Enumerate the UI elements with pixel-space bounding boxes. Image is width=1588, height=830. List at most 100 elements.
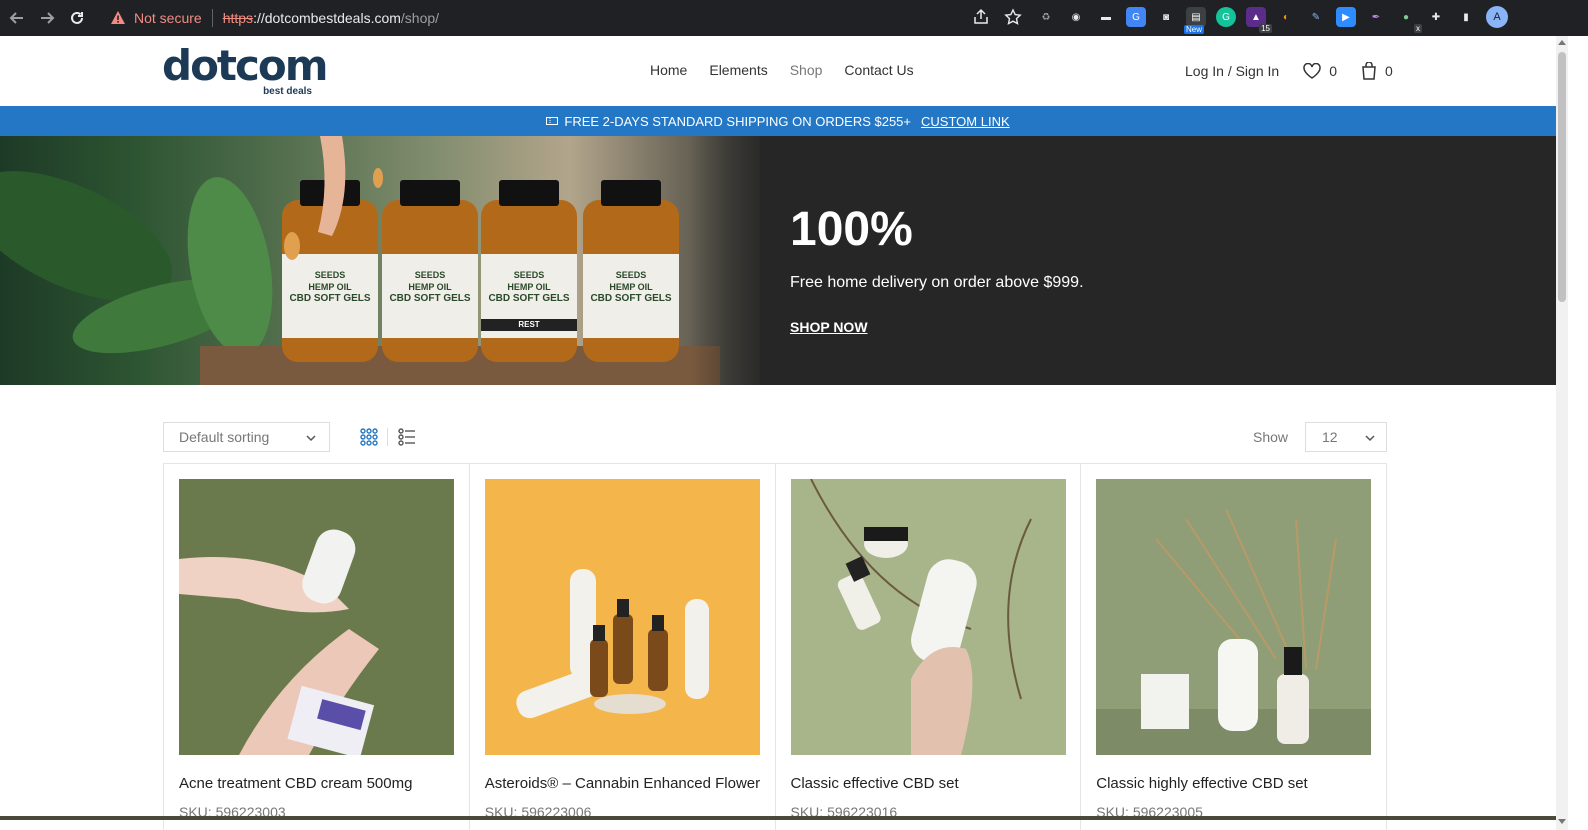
product-card[interactable]: Classic effective CBD set SKU: 596223016 [776,464,1082,830]
logo-tagline: best deals [263,86,312,97]
page-scrollbar[interactable] [1556,36,1568,830]
scroll-up-icon[interactable] [1558,40,1566,45]
back-icon[interactable] [4,5,30,31]
translate-extension-icon[interactable]: G [1126,7,1146,27]
bottle2-line2: CBD SOFT GELS [389,293,471,304]
hero-banner: SEEDS HEMP OIL CBD SOFT GELS SEEDS HEMP … [0,136,1556,385]
menu-item-elements[interactable]: Elements [709,62,767,78]
login-link[interactable]: Log In / Sign In [1185,63,1279,79]
hero-title: 100% [790,203,913,256]
promo-text: FREE 2-DAYS STANDARD SHIPPING ON ORDERS … [564,113,912,129]
bottle3-tag: REST [481,319,577,331]
bottom-edge [0,816,1556,820]
wishlist-button[interactable]: 0 [1303,63,1337,79]
menu-item-contact[interactable]: Contact Us [844,62,913,78]
security-warning[interactable]: Not secure [110,10,202,26]
chevron-down-icon [1365,435,1375,442]
bottle3-line1: HEMP OIL [507,282,551,292]
product-image[interactable] [790,479,1066,755]
globe-extension-icon[interactable]: ◉ [1066,7,1086,27]
hero-product-photo: SEEDS HEMP OIL CBD SOFT GELS SEEDS HEMP … [0,136,760,385]
product-title[interactable]: Classic highly effective CBD set [1096,775,1307,792]
bottle1-line2: CBD SOFT GELS [289,293,371,304]
url-text[interactable]: https://dotcombestdeals.com/shop/ [223,10,439,26]
pen-extension-icon[interactable]: ✎ [1306,7,1326,27]
bottle3-brand: SEEDS [513,270,545,280]
camera-extension-icon[interactable]: ◙ [1156,7,1176,27]
new-badge: New [1184,25,1205,34]
site-header: dotcom best deals Home Elements Shop Con… [0,36,1556,106]
hero-subtitle: Free home delivery on order above $999. [790,274,1084,291]
count-badge: 15 [1259,24,1272,33]
product-image[interactable] [179,479,454,755]
news-extension-icon[interactable]: ▤ New [1184,7,1206,34]
omnibox-actions [972,8,1022,26]
grammarly-extension-icon[interactable]: G [1216,7,1236,27]
site-logo[interactable]: dotcom best deals [162,41,329,100]
chevron-down-icon [306,435,316,442]
product-image[interactable] [484,479,760,755]
profile-avatar[interactable]: A [1486,6,1508,28]
scroll-down-icon[interactable] [1558,819,1566,824]
hero-gradient-overlay [690,136,780,385]
cart-count: 0 [1384,63,1393,79]
hat-extension-icon[interactable]: ▲ 15 [1246,7,1272,33]
forward-icon[interactable] [34,5,60,31]
shop-now-link[interactable]: SHOP NOW [790,319,868,335]
moon-extension-icon[interactable]: ◐ [1276,7,1296,27]
bottle2-brand: SEEDS [414,270,446,280]
per-page-value: 12 [1322,429,1338,445]
product-title[interactable]: Classic effective CBD set [791,775,959,792]
url-scheme: https [222,10,254,26]
x-badge: x [1414,24,1422,33]
screen-extension-icon[interactable]: ▬ [1096,7,1116,27]
promo-bar: FREE 2-DAYS STANDARD SHIPPING ON ORDERS … [0,106,1556,136]
per-page-select[interactable]: 12 [1305,422,1387,452]
scroll-thumb[interactable] [1558,52,1566,302]
view-divider [387,428,388,446]
show-label: Show [1253,429,1289,445]
url-host: ://dotcombestdeals.com [253,10,401,26]
product-title[interactable]: Asteroids® – Cannabin Enhanced Flower [485,775,760,792]
sorting-value: Default sorting [179,429,270,445]
browser-toolbar: Not secure https://dotcombestdeals.com/s… [0,0,1588,36]
feather-extension-icon[interactable]: ✒ [1366,7,1386,27]
zoom-extension-icon[interactable]: ▶ [1336,7,1356,27]
menu-item-shop[interactable]: Shop [790,62,823,78]
wishlist-count: 0 [1329,63,1337,79]
puzzle-extensions-icon[interactable]: ✚ [1426,7,1446,27]
bottle1-brand: SEEDS [314,270,346,280]
bottle4-line1: HEMP OIL [609,282,653,292]
list-view-icon[interactable] [398,428,416,446]
product-grid: Acne treatment CBD cream 500mg SKU: 5962… [163,463,1387,830]
bottle4-brand: SEEDS [615,270,647,280]
product-image[interactable] [1096,479,1372,755]
grid-view-icon[interactable] [360,428,378,446]
address-bar[interactable]: Not secure https://dotcombestdeals.com/s… [102,4,1032,32]
share-icon[interactable] [972,8,990,26]
warning-icon [111,11,125,24]
shop-toolbar: Default sorting Show 12 [163,422,1387,452]
url-path: /shop/ [400,10,440,26]
product-card[interactable]: Classic highly effective CBD set SKU: 59… [1081,464,1387,830]
promo-link[interactable]: CUSTOM LINK [921,114,1010,129]
main-menu: Home Elements Shop Contact Us [650,62,914,78]
cart-button[interactable]: 0 [1361,62,1393,80]
ticket-icon [546,117,559,125]
product-title[interactable]: Acne treatment CBD cream 500mg [179,775,412,792]
side-panel-icon[interactable]: ▮ [1456,7,1476,27]
shopping-bag-icon [1362,62,1376,80]
extensions-bar: ♻ ◉ ▬ G ◙ ▤ New G ▲ 15 ◐ ✎ ▶ ✒ ● x ✚ ▮ A [1036,6,1508,34]
reload-icon[interactable] [64,5,90,31]
recycle-extension-icon[interactable]: ♻ [1036,7,1056,27]
sorting-select[interactable]: Default sorting [163,422,330,452]
header-actions: Log In / Sign In 0 0 [1185,62,1393,80]
page-viewport: dotcom best deals Home Elements Shop Con… [0,36,1556,830]
menu-item-home[interactable]: Home [650,62,687,78]
logo-wordmark: dotcom [162,41,329,90]
product-card[interactable]: Acne treatment CBD cream 500mg SKU: 5962… [164,464,470,830]
hero-bottles-illustration [0,136,720,385]
bookmark-star-icon[interactable] [1004,8,1022,26]
product-card[interactable]: Asteroids® – Cannabin Enhanced Flower SK… [470,464,776,830]
eye-extension-icon[interactable]: ● x [1396,7,1422,33]
